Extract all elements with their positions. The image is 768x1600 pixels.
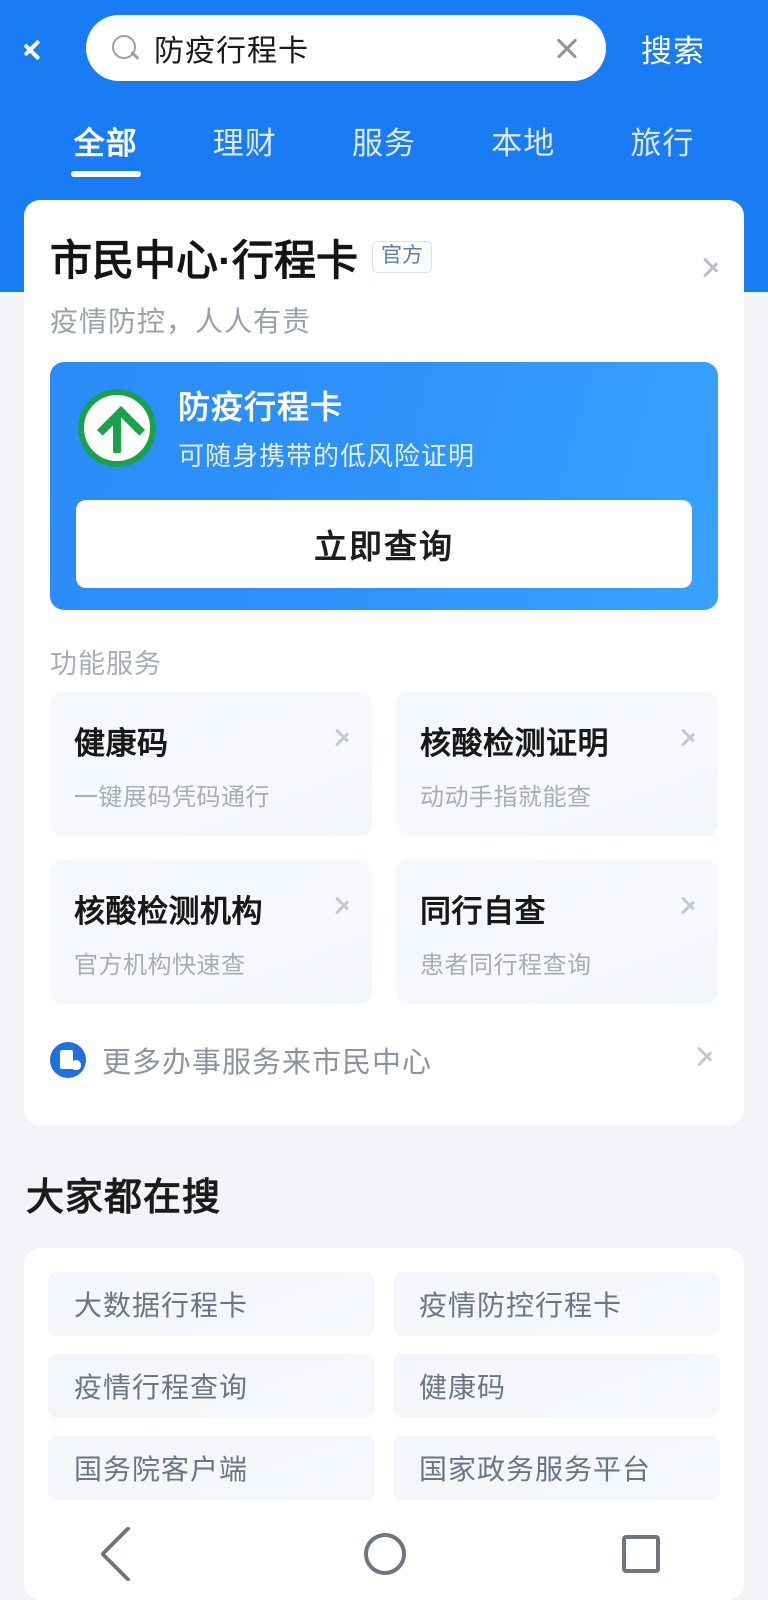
promo-text-group: 防疫行程卡 可随身携带的低风险证明: [178, 382, 475, 473]
hot-search-grid: 大数据行程卡 疫情防控行程卡 疫情行程查询 健康码 国务院客户端 国家政务服务平…: [48, 1272, 720, 1500]
page-title: 市民中心·行程卡: [50, 236, 358, 284]
promo-description: 可随身携带的低风险证明: [178, 441, 476, 471]
service-subtitle: 官方机构快速查: [74, 952, 246, 979]
service-card-health-code[interactable]: 健康码 一键展码凭码通行: [50, 692, 372, 836]
service-card-nucleic-acid-certificate[interactable]: 核酸检测证明 动动手指就能查: [396, 692, 718, 836]
hot-search-heading: 大家都在搜: [26, 1177, 222, 1219]
list-item[interactable]: 大数据行程卡: [48, 1272, 375, 1336]
list-item[interactable]: 国务院客户端: [48, 1436, 375, 1500]
citizen-service-icon: [50, 1042, 86, 1078]
search-row: 防疫行程卡 搜索: [0, 14, 768, 82]
query-now-button[interactable]: 立即查询: [76, 500, 692, 588]
back-chevron-icon: [33, 31, 53, 65]
service-title: 核酸检测机构: [74, 894, 263, 929]
chevron-right-icon: [336, 728, 350, 752]
card-header[interactable]: 市民中心·行程卡 官方: [50, 232, 722, 285]
search-submit-button[interactable]: 搜索: [610, 26, 736, 71]
service-subtitle: 患者同行程查询: [420, 952, 592, 979]
service-card-contact-self-check[interactable]: 同行自查 患者同行程查询: [396, 860, 718, 1004]
nav-recent-icon[interactable]: [622, 1535, 660, 1573]
citizen-center-card[interactable]: 市民中心·行程卡 官方 疫情防控，人人有责 防疫行程卡 可随身携带的低风险证明 …: [24, 200, 744, 1125]
app-root: 防疫行程卡 搜索 全部 理财 服务 本地 旅行 市民中心·行程卡 官方 疫情防控…: [0, 0, 768, 1600]
more-services-label: 更多办事服务来市民中心: [102, 1047, 433, 1079]
tab-label: 理财: [212, 126, 277, 161]
tab-label: 本地: [491, 126, 556, 161]
chevron-right-icon: [698, 1046, 714, 1074]
chevron-right-icon: [682, 896, 696, 920]
travel-card-promo-banner[interactable]: 防疫行程卡 可随身携带的低风险证明 立即查询: [50, 362, 718, 610]
list-item[interactable]: 健康码: [393, 1354, 720, 1418]
tab-label: 旅行: [630, 126, 695, 161]
chevron-right-icon: [682, 728, 696, 752]
android-navigation-bar: [0, 1508, 768, 1600]
promo-title: 防疫行程卡: [178, 389, 344, 425]
search-input-value: 防疫行程卡: [154, 35, 309, 68]
green-up-arrow-icon: [78, 388, 156, 467]
tab-active-underline: [70, 171, 141, 177]
service-title: 健康码: [74, 726, 169, 761]
promo-header: 防疫行程卡 可随身携带的低风险证明: [78, 382, 475, 473]
list-item[interactable]: 疫情行程查询: [48, 1354, 375, 1418]
search-input[interactable]: 防疫行程卡: [86, 15, 606, 81]
nav-home-icon[interactable]: [364, 1533, 406, 1575]
chevron-right-icon[interactable]: [704, 257, 720, 285]
service-grid: 健康码 一键展码凭码通行 核酸检测证明 动动手指就能查 核酸检测机构 官方机构快…: [50, 692, 718, 1004]
close-icon[interactable]: [550, 31, 584, 65]
search-icon: [110, 33, 140, 63]
list-item[interactable]: 疫情防控行程卡: [393, 1272, 720, 1336]
service-subtitle: 一键展码凭码通行: [74, 784, 270, 811]
tab-travel[interactable]: 旅行: [593, 112, 732, 163]
tab-label: 服务: [352, 126, 416, 161]
status-badge: 官方: [372, 241, 432, 273]
tab-finance[interactable]: 理财: [175, 112, 314, 163]
tab-local[interactable]: 本地: [454, 112, 593, 163]
nav-back-icon[interactable]: [99, 1525, 157, 1583]
back-button[interactable]: [0, 14, 86, 82]
tab-services[interactable]: 服务: [314, 112, 453, 163]
chevron-right-icon: [336, 896, 350, 920]
service-title: 核酸检测证明: [420, 726, 609, 761]
tab-all[interactable]: 全部: [36, 112, 175, 177]
more-services-row[interactable]: 更多办事服务来市民中心: [50, 1030, 718, 1090]
service-card-testing-institutions[interactable]: 核酸检测机构 官方机构快速查: [50, 860, 372, 1004]
tab-label: 全部: [73, 126, 138, 161]
list-item[interactable]: 国家政务服务平台: [393, 1436, 720, 1500]
card-subtitle: 疫情防控，人人有责: [50, 306, 312, 337]
service-title: 同行自查: [420, 894, 546, 929]
service-subtitle: 动动手指就能查: [420, 784, 592, 811]
section-label-services: 功能服务: [50, 649, 162, 679]
category-tabs: 全部 理财 服务 本地 旅行: [0, 112, 768, 190]
